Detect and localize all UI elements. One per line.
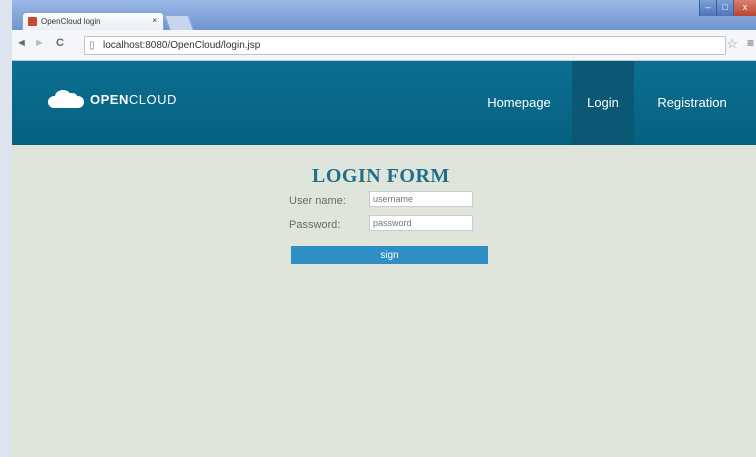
close-window-button[interactable]: x bbox=[733, 0, 756, 16]
maximize-button[interactable]: □ bbox=[716, 0, 733, 16]
browser-toolbar: ◄ ► C ▯ localhost:8080/OpenCloud/login.j… bbox=[12, 30, 756, 61]
address-bar[interactable]: ▯ localhost:8080/OpenCloud/login.jsp bbox=[84, 36, 726, 55]
address-url[interactable]: localhost:8080/OpenCloud/login.jsp bbox=[103, 37, 260, 54]
password-input[interactable] bbox=[369, 215, 473, 231]
password-label: Password: bbox=[289, 219, 341, 231]
browser-tab[interactable]: OpenCloud login × bbox=[22, 12, 164, 31]
browser-window: OpenCloud login × – □ x ◄ ► C ▯ localhos… bbox=[12, 0, 756, 457]
sign-in-button[interactable]: sign bbox=[291, 246, 488, 264]
page-icon: ▯ bbox=[89, 40, 95, 51]
back-icon[interactable]: ◄ bbox=[16, 37, 27, 49]
bookmark-star-icon[interactable]: ☆ bbox=[726, 36, 738, 52]
nav-link-login[interactable]: Login bbox=[572, 61, 634, 145]
brand-bold: OPEN bbox=[90, 92, 129, 107]
nav-link-homepage[interactable]: Homepage bbox=[476, 61, 562, 145]
page-content: LOGIN FORM User name: Password: sign bbox=[12, 145, 756, 457]
minimize-button[interactable]: – bbox=[699, 0, 716, 16]
login-form-title: LOGIN FORM bbox=[312, 165, 450, 187]
brand-name: OPENCLOUD bbox=[90, 92, 177, 107]
new-tab-button[interactable] bbox=[164, 15, 194, 30]
tab-close-icon[interactable]: × bbox=[152, 16, 157, 25]
browser-menu-icon[interactable]: ≡ bbox=[747, 36, 754, 50]
forward-icon[interactable]: ► bbox=[34, 37, 45, 49]
cloud-icon bbox=[48, 90, 84, 108]
favicon-icon bbox=[28, 17, 37, 26]
window-controls: – □ x bbox=[699, 0, 756, 16]
reload-icon[interactable]: C bbox=[56, 37, 64, 49]
username-input[interactable] bbox=[369, 191, 473, 207]
site-navbar: OPENCLOUD Homepage Login Registration bbox=[12, 61, 756, 145]
title-bar: OpenCloud login × – □ x bbox=[12, 0, 756, 31]
brand-light: CLOUD bbox=[128, 92, 177, 107]
username-label: User name: bbox=[289, 195, 346, 207]
nav-link-registration[interactable]: Registration bbox=[640, 61, 744, 145]
tab-title: OpenCloud login bbox=[41, 17, 101, 26]
